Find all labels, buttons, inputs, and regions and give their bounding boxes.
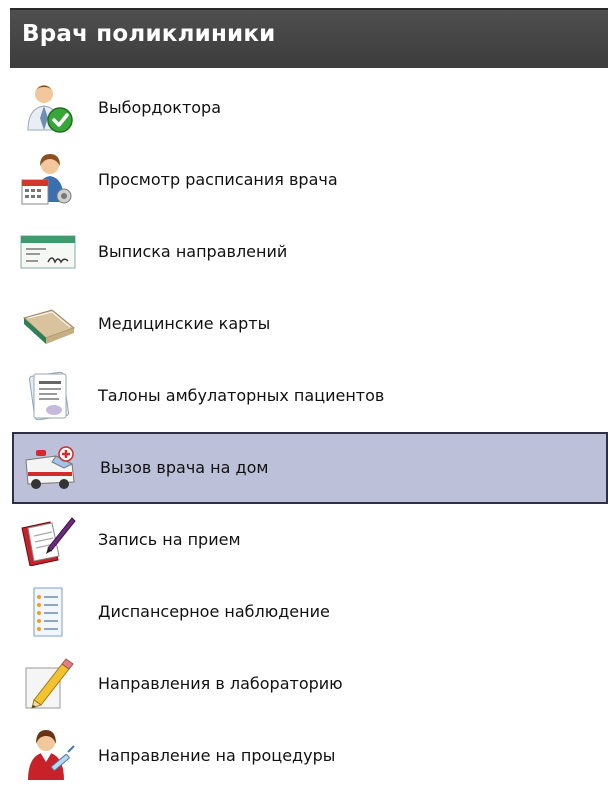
referral-document-icon [20,226,76,278]
menu-item-label: Талоны амбулаторных пациентов [98,386,385,405]
menu-item-doctor-schedule[interactable]: Просмотр расписания врача [10,144,608,216]
menu-item-outpatient-coupons[interactable]: Талоны амбулаторных пациентов [10,360,608,432]
menu-item-label: Выписка направлений [98,242,288,261]
menu-item-label: Медицинские карты [98,314,271,333]
menu-item-choose-doctor[interactable]: Выбордоктора [10,72,608,144]
menu-list: Выбордоктора Просмотр расписания врача В… [10,72,608,787]
menu-item-procedures[interactable]: Направление на процедуры [10,720,608,787]
menu-item-label: Направления в лабораторию [98,674,343,693]
medical-cards-icon [20,298,76,350]
menu-item-lab-referrals[interactable]: Направления в лабораторию [10,648,608,720]
doctor-checkmark-icon [20,82,76,134]
checklist-icon [20,586,76,638]
menu-item-label: Просмотр расписания врача [98,170,338,189]
menu-item-label: Направление на процедуры [98,746,336,765]
doctor-calendar-icon [20,154,76,206]
menu-item-referrals[interactable]: Выписка направлений [10,216,608,288]
ambulance-icon [22,442,78,494]
nurse-procedure-icon [20,730,76,782]
doctor-panel: Врач поликлиники Выбордоктора Просмотр р… [0,0,608,787]
pencil-note-icon [20,658,76,710]
panel-header: Врач поликлиники [10,8,608,68]
menu-item-label: Вызов врача на дом [100,458,269,477]
menu-item-label: Запись на прием [98,530,241,549]
appointment-book-icon [20,514,76,567]
menu-item-label: Выбордоктора [98,98,222,117]
menu-item-home-call[interactable]: Вызов врача на дом [12,432,608,504]
menu-item-appointment[interactable]: Запись на прием [10,504,608,576]
menu-item-label: Диспансерное наблюдение [98,602,330,621]
outpatient-coupon-icon [20,370,76,422]
menu-item-medical-cards[interactable]: Медицинские карты [10,288,608,360]
menu-item-dispensary[interactable]: Диспансерное наблюдение [10,576,608,648]
